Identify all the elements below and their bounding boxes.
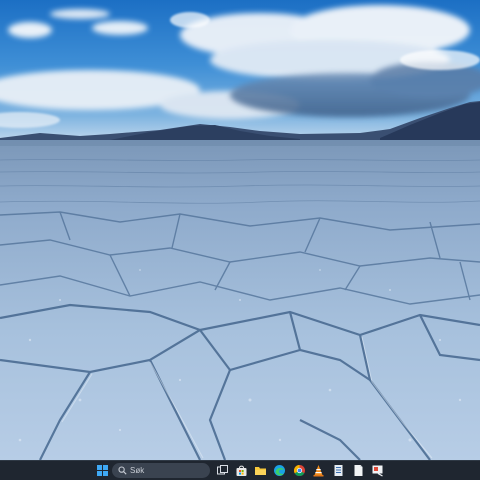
notepad-icon[interactable]: [352, 464, 365, 477]
desktop: Søk: [0, 0, 480, 480]
search-input[interactable]: Søk: [112, 463, 210, 478]
document-icon[interactable]: [332, 464, 345, 477]
search-placeholder: Søk: [130, 466, 145, 475]
vlc-cone-icon[interactable]: [312, 464, 325, 477]
folder-icon[interactable]: [254, 464, 267, 477]
wallpaper-salt-flats: [0, 0, 480, 460]
store-bag-icon[interactable]: [235, 464, 248, 477]
windows-logo-icon[interactable]: [96, 464, 109, 477]
paint-app-icon[interactable]: [371, 464, 384, 477]
search-icon: [118, 466, 127, 475]
chrome-browser-icon[interactable]: [293, 464, 306, 477]
taskbar: Søk: [0, 460, 480, 480]
task-view-icon[interactable]: [216, 464, 229, 477]
edge-browser-icon[interactable]: [273, 464, 286, 477]
